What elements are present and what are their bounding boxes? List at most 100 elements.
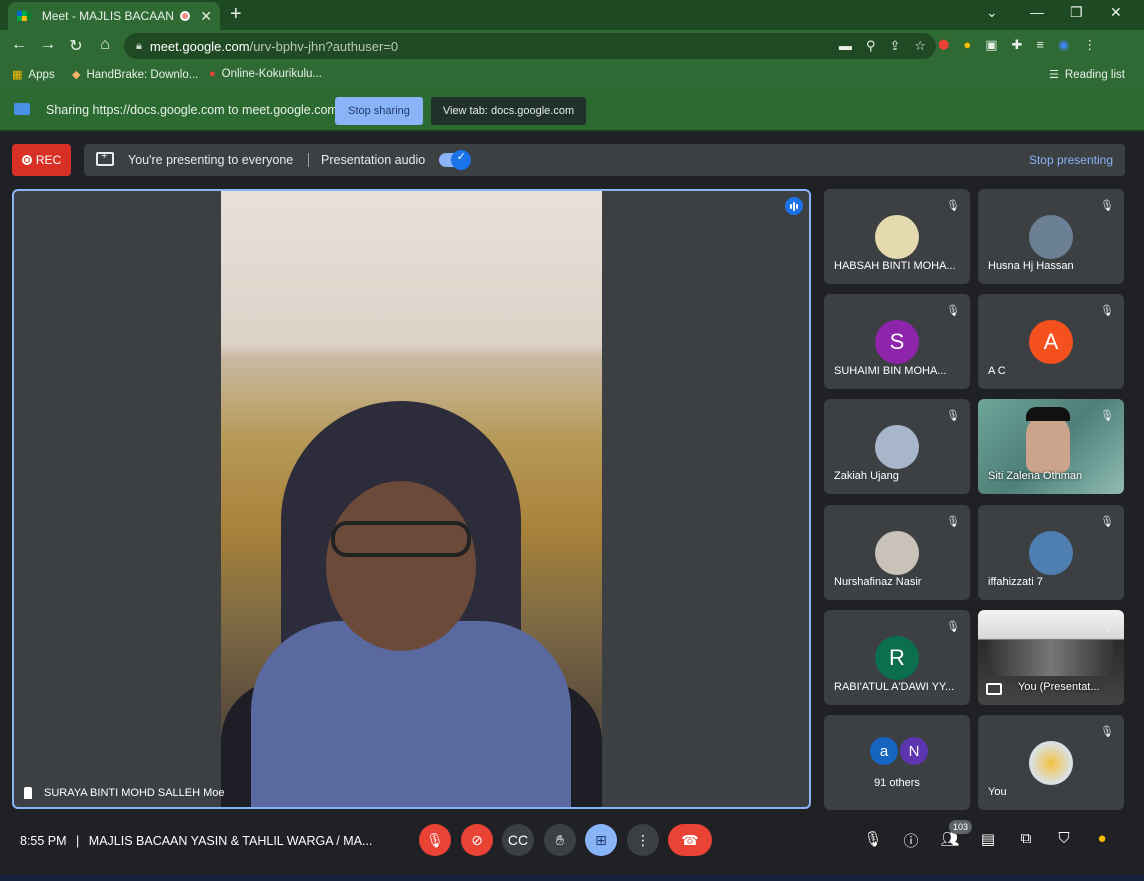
video-glasses — [331, 521, 471, 557]
others-count: 91 others — [874, 777, 920, 789]
self-tile[interactable]: 🎙︎ You — [978, 715, 1124, 810]
speaker-video — [221, 191, 602, 807]
others-tile[interactable]: a N 91 others — [824, 715, 970, 810]
camera-icon[interactable]: ▬ — [839, 38, 852, 54]
chat-icon[interactable]: ▤ — [977, 830, 999, 848]
record-icon — [21, 155, 32, 165]
participant-tile[interactable]: 🎙︎ A A C — [978, 294, 1124, 389]
share-icon[interactable]: ⇪ — [889, 38, 900, 54]
speaking-indicator-icon — [785, 197, 803, 215]
forward-icon[interactable]: → — [38, 36, 58, 54]
main-speaker-tile[interactable]: SURAYA BINTI MOHD SALLEH Moe — [12, 189, 811, 809]
participant-tile[interactable]: 🎙︎ R RABI'ATUL A'DAWI YY... — [824, 610, 970, 705]
new-tab-icon[interactable]: + — [230, 4, 242, 24]
kokurikulum-icon: ● — [209, 68, 216, 80]
bookmark-kokurikulum[interactable]: ● Online-Kokurikulu... — [209, 68, 322, 80]
browser-tab-meet[interactable]: Meet - MAJLIS BACAAN YASIN ✕ — [8, 2, 220, 30]
close-window-icon[interactable]: ✕ — [1110, 4, 1122, 21]
bookmark-handbrake[interactable]: ◆ HandBrake: Downlo... — [72, 68, 198, 82]
recording-badge[interactable]: REC — [12, 144, 71, 176]
participant-tile[interactable]: 🎙︎ iffahizzati 7 — [978, 505, 1124, 600]
participant-tile[interactable]: 🎙︎ HABSAH BINTI MOHA... — [824, 189, 970, 284]
back-icon[interactable]: ← — [9, 36, 29, 54]
address-bar[interactable]: 🔒︎ meet.google.com/urv-bphv-jhn?authuser… — [124, 33, 936, 59]
zoom-icon[interactable]: ⚲ — [866, 38, 876, 54]
sharing-text: Sharing https://docs.google.com to meet.… — [46, 103, 338, 117]
present-now-button[interactable]: ⊞ — [585, 824, 617, 856]
presentation-preview-tile[interactable]: 🎙︎ You (Presentat... — [978, 610, 1124, 705]
extension-bulb-icon[interactable]: ● — [963, 37, 971, 53]
mic-toggle-button[interactable]: 🎙︎ — [419, 824, 451, 856]
bookmark-apps[interactable]: ▦ Apps — [12, 68, 55, 82]
presentation-thumbnail — [988, 640, 1114, 676]
participant-tile[interactable]: 🎙︎ Husna Hj Hassan — [978, 189, 1124, 284]
tab-close-icon[interactable]: ✕ — [200, 8, 212, 25]
host-mute-all-icon[interactable]: 🎙︎ — [862, 830, 884, 848]
participant-avatar: A — [1029, 320, 1073, 364]
meeting-details: 8:55 PM | MAJLIS BACAAN YASIN & TAHLIL W… — [20, 834, 372, 848]
extensions-puzzle-icon[interactable]: ✚ — [1012, 37, 1023, 53]
reading-list[interactable]: ☰ Reading list — [1049, 68, 1125, 82]
profile-avatar-icon[interactable]: ◉ — [1058, 37, 1069, 53]
recording-indicator-icon — [180, 11, 191, 21]
mic-off-icon: 🎙︎ — [1100, 726, 1114, 738]
participant-name: Husna Hj Hassan — [988, 260, 1074, 272]
restore-icon[interactable]: ❐ — [1070, 4, 1083, 21]
hand-icon: ✋︎ — [556, 831, 564, 848]
view-tab-button[interactable]: View tab: docs.google.com — [431, 97, 586, 125]
minimize-icon[interactable]: — — [1030, 4, 1044, 20]
reload-icon[interactable]: ↻ — [66, 36, 86, 56]
more-vertical-icon: ⋮ — [636, 831, 650, 848]
pin-icon[interactable] — [24, 787, 32, 799]
self-photo — [1029, 741, 1073, 785]
participant-avatar: R — [875, 636, 919, 680]
browser-menu-icon[interactable]: ⋮ — [1083, 37, 1096, 53]
presentation-audio-label: Presentation audio — [321, 153, 426, 167]
meeting-time: 8:55 PM — [20, 834, 67, 848]
people-count-badge: 103 — [949, 820, 973, 834]
divider — [308, 153, 309, 167]
meeting-info-icon[interactable]: ⓘ — [900, 830, 922, 851]
handbrake-icon: ◆ — [72, 69, 81, 81]
participant-photo — [1029, 215, 1073, 259]
mic-off-icon: 🎙︎ — [946, 200, 960, 212]
participant-name: Nurshafinaz Nasir — [834, 576, 922, 588]
participant-tile[interactable]: 🎙︎ S SUHAIMI BIN MOHA... — [824, 294, 970, 389]
extension-red-icon[interactable]: ⬢ — [938, 37, 949, 53]
mic-off-icon: 🎙︎ — [946, 516, 960, 528]
media-control-icon[interactable]: ≡ — [1036, 37, 1044, 53]
url-host: meet.google.com — [149, 38, 250, 54]
captions-button[interactable]: CC — [502, 824, 534, 856]
participant-tile[interactable]: 🎙︎ Zakiah Ujang — [824, 399, 970, 494]
google-meet-icon — [16, 11, 31, 21]
extension-bulb-icon[interactable]: ● — [1091, 830, 1113, 847]
home-icon[interactable]: ⌂ — [95, 36, 115, 54]
video-face — [326, 481, 476, 651]
extension-cast-icon[interactable]: ▣ — [985, 37, 997, 53]
leave-call-button[interactable]: ☎︎ — [668, 824, 712, 856]
apps-grid-icon: ▦ — [12, 69, 23, 81]
tab-strip: Meet - MAJLIS BACAAN YASIN ✕ + ⌄ — ❐ ✕ — [0, 0, 1144, 30]
camera-toggle-button[interactable]: ⊘ — [461, 824, 493, 856]
presenting-info: You're presenting to everyone Presentati… — [84, 144, 1125, 176]
host-controls-icon[interactable]: ⛉ — [1053, 830, 1075, 847]
mic-off-icon: 🎙︎ — [1100, 516, 1114, 528]
mic-off-icon: 🎙︎ — [946, 305, 960, 317]
participant-video-tile[interactable]: 🎙︎ Siti Zalena Othman — [978, 399, 1124, 494]
bookmark-star-icon[interactable]: ☆ — [914, 38, 926, 54]
tab-search-icon[interactable]: ⌄ — [986, 4, 998, 21]
reading-list-icon: ☰ — [1049, 69, 1059, 81]
participant-tile[interactable]: 🎙︎ Nurshafinaz Nasir — [824, 505, 970, 600]
mic-off-icon: 🎙︎ — [946, 410, 960, 422]
activities-icon[interactable]: ⧉ — [1015, 830, 1037, 847]
present-screen-icon — [986, 683, 1002, 695]
raise-hand-button[interactable]: ✋︎ — [544, 824, 576, 856]
participant-name: iffahizzati 7 — [988, 576, 1043, 588]
more-options-button[interactable]: ⋮ — [627, 824, 659, 856]
stop-presenting-button[interactable]: Stop presenting — [1029, 153, 1113, 167]
browser-toolbar: ← → ↻ ⌂ 🔒︎ meet.google.com/urv-bphv-jhn?… — [0, 30, 1144, 62]
mic-off-icon: 🎙︎ — [1100, 410, 1114, 422]
stop-sharing-button[interactable]: Stop sharing — [335, 97, 423, 125]
participant-name: A C — [988, 365, 1006, 377]
presentation-audio-toggle[interactable]: ✓ — [439, 150, 471, 170]
